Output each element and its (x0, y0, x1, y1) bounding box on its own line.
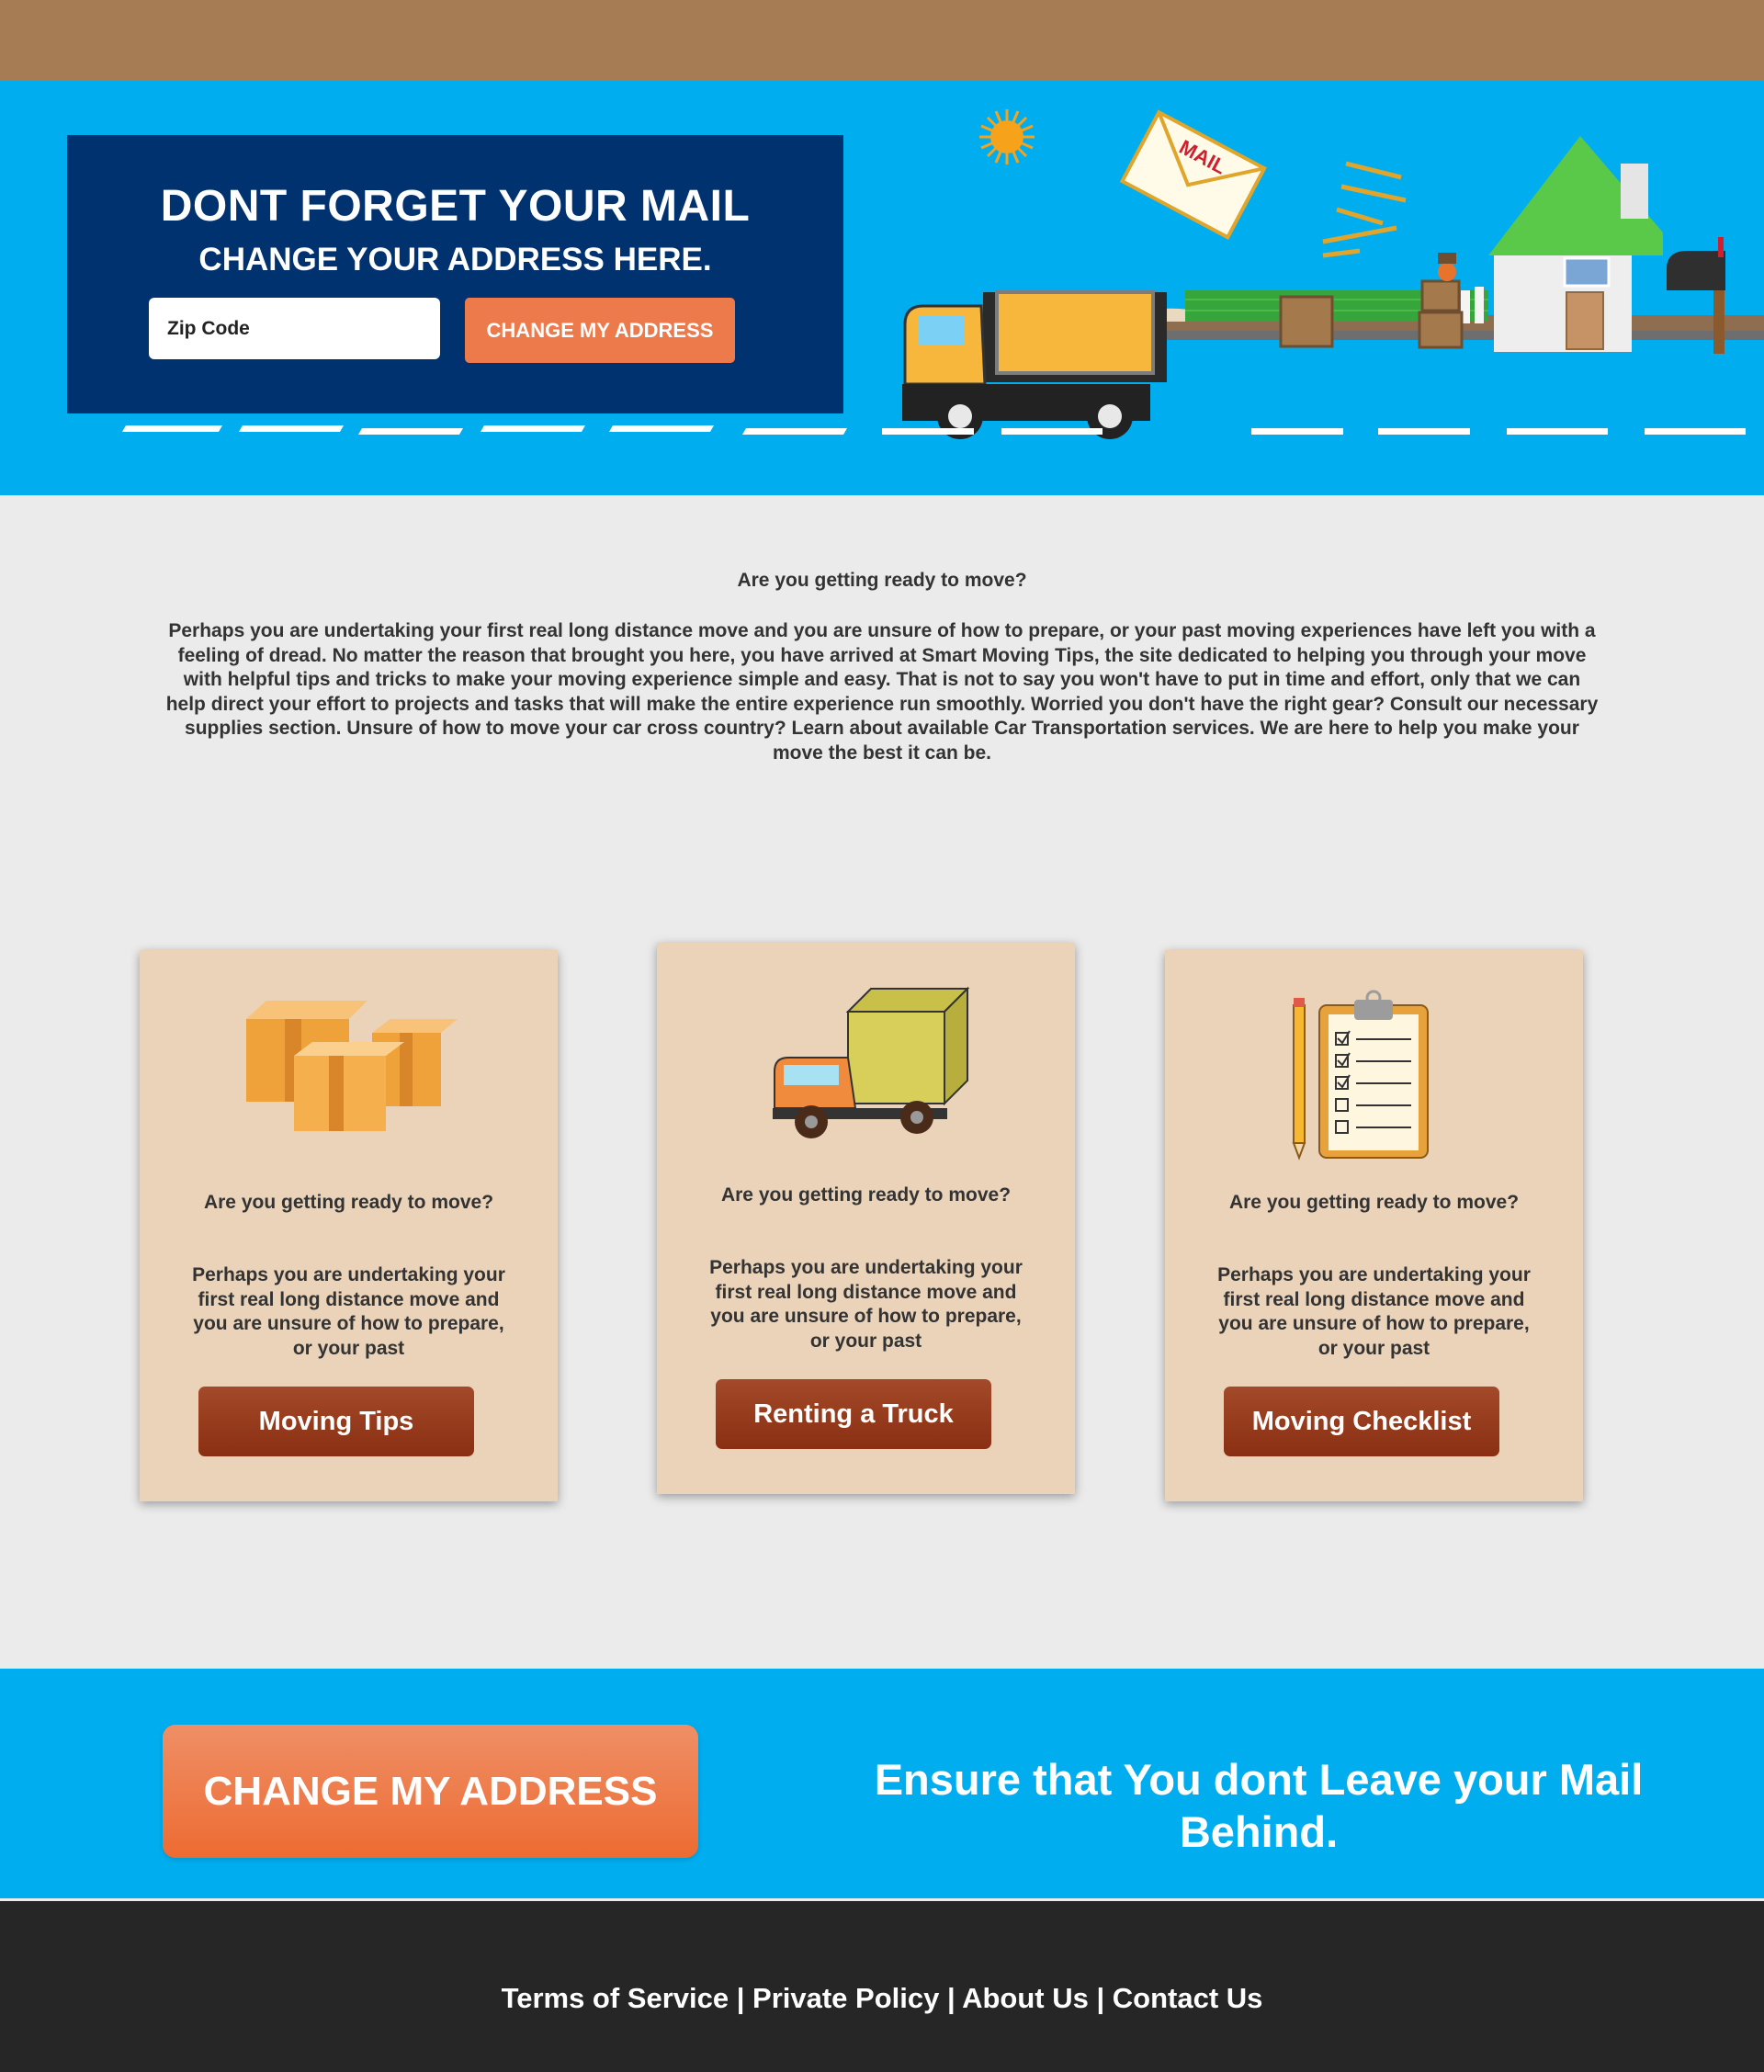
cta-tagline: Ensure that You dont Leave your Mail Beh… (874, 1755, 1644, 1856)
footer-separator: | (729, 1982, 753, 2014)
stacked-box-icon (1418, 311, 1464, 349)
road-dash (357, 428, 464, 435)
hero-banner: DONT FORGET YOUR MAIL CHANGE YOUR ADDRES… (0, 81, 1764, 495)
card-body: Perhaps you are undertaking your first r… (192, 1264, 505, 1359)
truck-icon (772, 986, 969, 1138)
moving-checklist-button[interactable]: Moving Checklist (1224, 1387, 1499, 1456)
card-heading: Are you getting ready to move? (720, 1184, 1012, 1206)
intro-heading: Are you getting ready to move? (737, 570, 1027, 591)
person-hat-icon (1438, 253, 1456, 264)
cta-banner: CHANGE MY ADDRESS Ensure that You dont L… (0, 1669, 1764, 1898)
intro-section: Are you getting ready to move? Perhaps y… (165, 570, 1599, 765)
sun-icon (979, 109, 1035, 164)
moving-tips-button[interactable]: Moving Tips (198, 1387, 474, 1456)
card-heading: Are you getting ready to move? (203, 1192, 494, 1213)
road-dash (238, 425, 345, 432)
private-policy-link[interactable]: Private Policy (752, 1982, 939, 2014)
road-dash (741, 428, 848, 435)
change-address-button[interactable]: CHANGE MY ADDRESS (465, 298, 735, 363)
checklist-icon (1292, 990, 1429, 1161)
cta-change-address-button[interactable]: CHANGE MY ADDRESS (163, 1725, 698, 1858)
hero-subtitle: CHANGE YOUR ADDRESS HERE. (198, 242, 712, 277)
boxes-icon (245, 1001, 458, 1131)
contact-us-link[interactable]: Contact Us (1113, 1982, 1263, 2014)
footer: Terms of Service | Private Policy | Abou… (0, 1901, 1764, 2072)
card-body: Perhaps you are undertaking your first r… (709, 1257, 1023, 1352)
hero-title: DONT FORGET YOUR MAIL (160, 182, 751, 231)
motion-lines (1322, 161, 1407, 258)
about-us-link[interactable]: About Us (962, 1982, 1089, 2014)
road-dash (608, 425, 715, 432)
card-body: Perhaps you are undertaking your first r… (1217, 1264, 1531, 1359)
stacked-box-icon (1420, 279, 1461, 312)
road-dash (480, 425, 586, 432)
road-dash (121, 425, 223, 432)
footer-links: Terms of Service | Private Policy | Abou… (0, 1982, 1764, 2015)
person-head-icon (1438, 263, 1456, 281)
yard-box-icon (1279, 295, 1334, 348)
card-moving-tips: Are you getting ready to move? Perhaps y… (140, 950, 558, 1501)
footer-separator: | (939, 1982, 963, 2014)
card-heading: Are you getting ready to move? (1228, 1192, 1520, 1213)
terms-of-service-link[interactable]: Terms of Service (502, 1982, 729, 2014)
zip-code-input[interactable] (149, 298, 440, 359)
moving-scene-illustration: MAIL (882, 109, 1764, 439)
renting-truck-button[interactable]: Renting a Truck (716, 1379, 991, 1449)
address-change-panel: DONT FORGET YOUR MAIL CHANGE YOUR ADDRES… (67, 135, 843, 413)
intro-paragraph: Perhaps you are undertaking your first r… (165, 620, 1599, 764)
card-renting-truck: Are you getting ready to move? Perhaps y… (657, 943, 1075, 1494)
road-dashes (882, 428, 1746, 435)
card-moving-checklist: Are you getting ready to move? Perhaps y… (1165, 950, 1583, 1501)
moving-truck-icon (902, 290, 1167, 439)
top-bar (0, 0, 1764, 81)
footer-separator: | (1088, 1982, 1113, 2014)
mail-envelope-icon: MAIL (1119, 109, 1267, 240)
